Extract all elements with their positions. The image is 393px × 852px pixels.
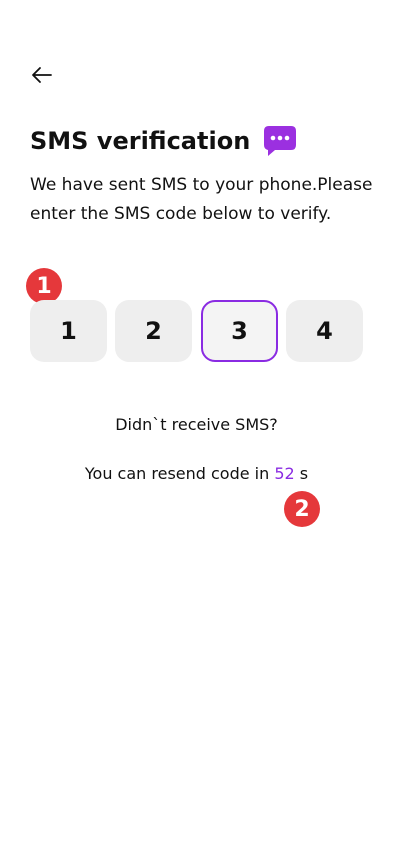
instructions-line-2: enter the SMS code below to verify. (30, 204, 332, 224)
otp-digit-3[interactable]: 3 (201, 300, 278, 362)
otp-digit-1[interactable]: 1 (30, 300, 107, 362)
countdown-seconds: 52 (274, 464, 295, 483)
instructions-line-1: We have sent SMS to your phone.Please (30, 175, 373, 195)
otp-digit-2[interactable]: 2 (115, 300, 192, 362)
arrow-left-icon (30, 63, 54, 87)
resend-suffix: s (294, 464, 309, 483)
title-row: SMS verification (30, 123, 298, 159)
resend-timer: You can resend code in 52 s (0, 462, 393, 486)
instructions-text: We have sent SMS to your phone.Please en… (30, 171, 373, 229)
resend-question: Didn`t receive SMS? (115, 415, 278, 434)
resend-prefix: You can resend code in (84, 464, 275, 483)
annotation-marker-2: 2 (284, 491, 320, 527)
otp-digit-4[interactable]: 4 (286, 300, 363, 362)
otp-code-input: 1 2 3 4 (30, 300, 363, 362)
page-title: SMS verification (30, 127, 251, 155)
chat-bubble-dots-icon (262, 123, 298, 159)
annotation-marker-1: 1 (26, 268, 62, 304)
back-button[interactable] (30, 63, 60, 87)
